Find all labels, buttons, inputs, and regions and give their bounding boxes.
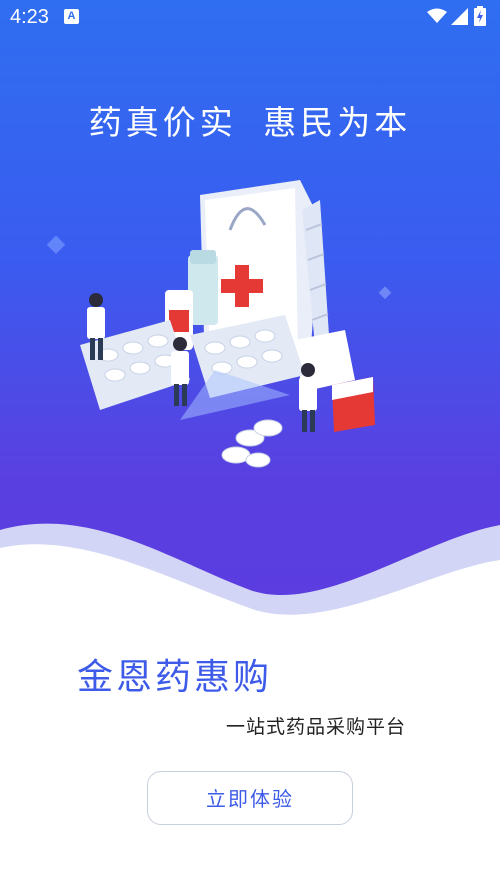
try-now-button[interactable]: 立即体验 [147,771,353,825]
signal-icon [451,8,468,25]
text-a-icon: A [64,9,79,24]
brand-tagline: 一站式药品采购平台 [226,716,407,738]
wave-divider [0,523,500,640]
status-bar: 4:23 A [0,0,500,36]
status-time: 4:23 [10,6,49,28]
wifi-icon [427,8,447,23]
brand-name: 金恩药惠购 [77,657,273,698]
battery-charging-icon [474,6,486,26]
pharmacy-illustration [46,180,392,468]
slogan: 药真价实 惠民为本 [88,103,412,142]
